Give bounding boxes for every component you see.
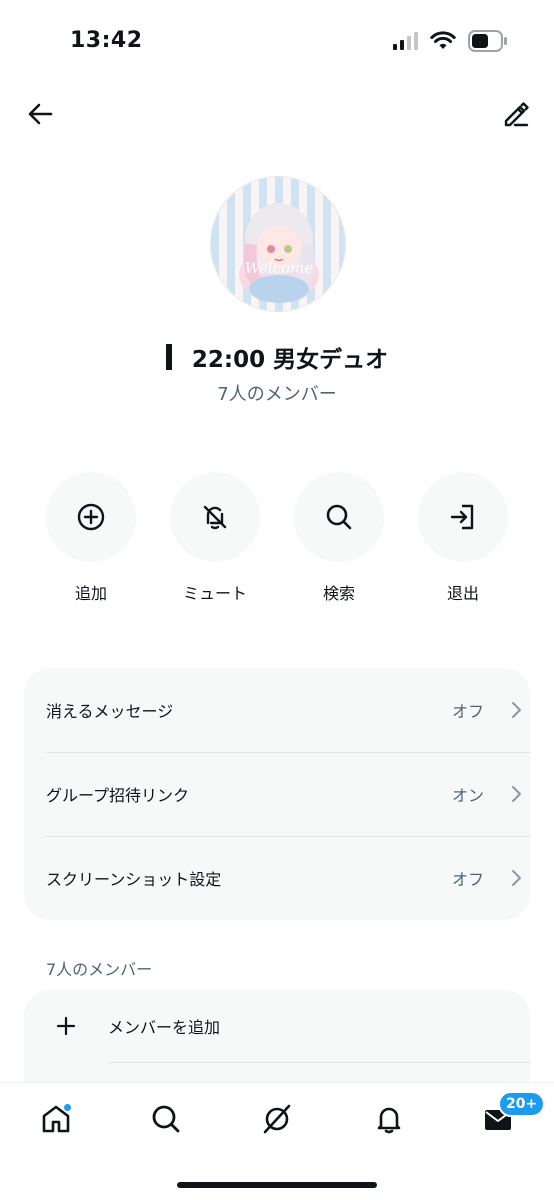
add-circle-icon	[77, 503, 105, 531]
plus-icon	[24, 1016, 108, 1036]
add-action-circle[interactable]	[46, 472, 136, 562]
setting-group-invite-link[interactable]: グループ招待リンク オン	[46, 752, 530, 836]
tab-grok[interactable]	[257, 1099, 297, 1139]
setting-value: オフ	[451, 870, 484, 889]
wifi-icon	[430, 31, 456, 49]
svg-text:Welcome: Welcome	[245, 259, 314, 277]
edit-pencil-icon	[504, 102, 529, 127]
search-icon	[326, 504, 352, 530]
add-member-label: メンバーを追加	[108, 1018, 221, 1037]
member-count[interactable]: 7人のメンバー	[0, 380, 554, 406]
settings-card: 消えるメッセージ オフ グループ招待リンク オン スクリーンショット設定 オフ	[24, 668, 530, 920]
status-icons	[392, 30, 508, 52]
home-badge-dot	[63, 1103, 72, 1112]
leave-action-label: 退出	[446, 584, 479, 603]
tab-home[interactable]	[36, 1099, 76, 1139]
group-title-text: 22:00 男女デュオ	[191, 347, 389, 373]
notifications-icon	[377, 1107, 401, 1134]
setting-value: オン	[451, 786, 484, 805]
status-time: 13:42	[70, 28, 143, 53]
group-title: 22:00 男女デュオ	[0, 340, 554, 374]
chevron-right-icon	[502, 701, 530, 719]
status-bar: 13:42	[0, 0, 554, 84]
chevron-right-icon	[502, 785, 530, 803]
edit-button[interactable]	[500, 98, 532, 130]
top-nav	[0, 92, 554, 136]
battery-icon	[468, 30, 507, 52]
title-marker	[165, 344, 172, 370]
add-member-button[interactable]: メンバーを追加	[24, 990, 530, 1062]
tab-messages[interactable]: 20+	[478, 1091, 546, 1139]
avatar-illustration: Welcome	[211, 177, 345, 311]
arrow-left-icon	[28, 103, 53, 125]
search-action-button[interactable]: 検索	[294, 472, 384, 604]
mute-action-circle[interactable]	[170, 472, 260, 562]
tab-notifications[interactable]	[369, 1099, 409, 1139]
group-avatar[interactable]: Welcome	[210, 176, 346, 312]
back-button[interactable]	[24, 98, 56, 130]
mute-action-button[interactable]: ミュート	[170, 472, 260, 604]
setting-label: グループ招待リンク	[46, 786, 190, 805]
divider	[108, 1062, 530, 1063]
leave-action-button[interactable]: 退出	[418, 472, 508, 604]
setting-value: オフ	[451, 702, 484, 721]
setting-label: スクリーンショット設定	[46, 870, 222, 889]
setting-label: 消えるメッセージ	[46, 702, 174, 721]
search-icon	[152, 1105, 180, 1133]
search-action-label: 検索	[322, 584, 355, 603]
chevron-right-icon	[502, 869, 530, 887]
home-indicator	[177, 1182, 377, 1188]
add-action-label: 追加	[74, 584, 107, 603]
tab-search[interactable]	[146, 1099, 186, 1139]
setting-screenshot[interactable]: スクリーンショット設定 オフ	[46, 836, 530, 920]
search-action-circle[interactable]	[294, 472, 384, 562]
leave-icon	[450, 504, 474, 530]
setting-disappearing-messages[interactable]: 消えるメッセージ オフ	[46, 668, 530, 752]
grok-icon	[263, 1104, 291, 1134]
members-section-heading: 7人のメンバー	[46, 960, 153, 979]
mute-action-label: ミュート	[182, 584, 247, 603]
cellular-signal-icon	[393, 32, 418, 50]
bell-off-icon	[203, 505, 227, 530]
leave-action-circle[interactable]	[418, 472, 508, 562]
add-action-button[interactable]: 追加	[46, 472, 136, 604]
messages-count-badge: 20+	[498, 1091, 546, 1117]
